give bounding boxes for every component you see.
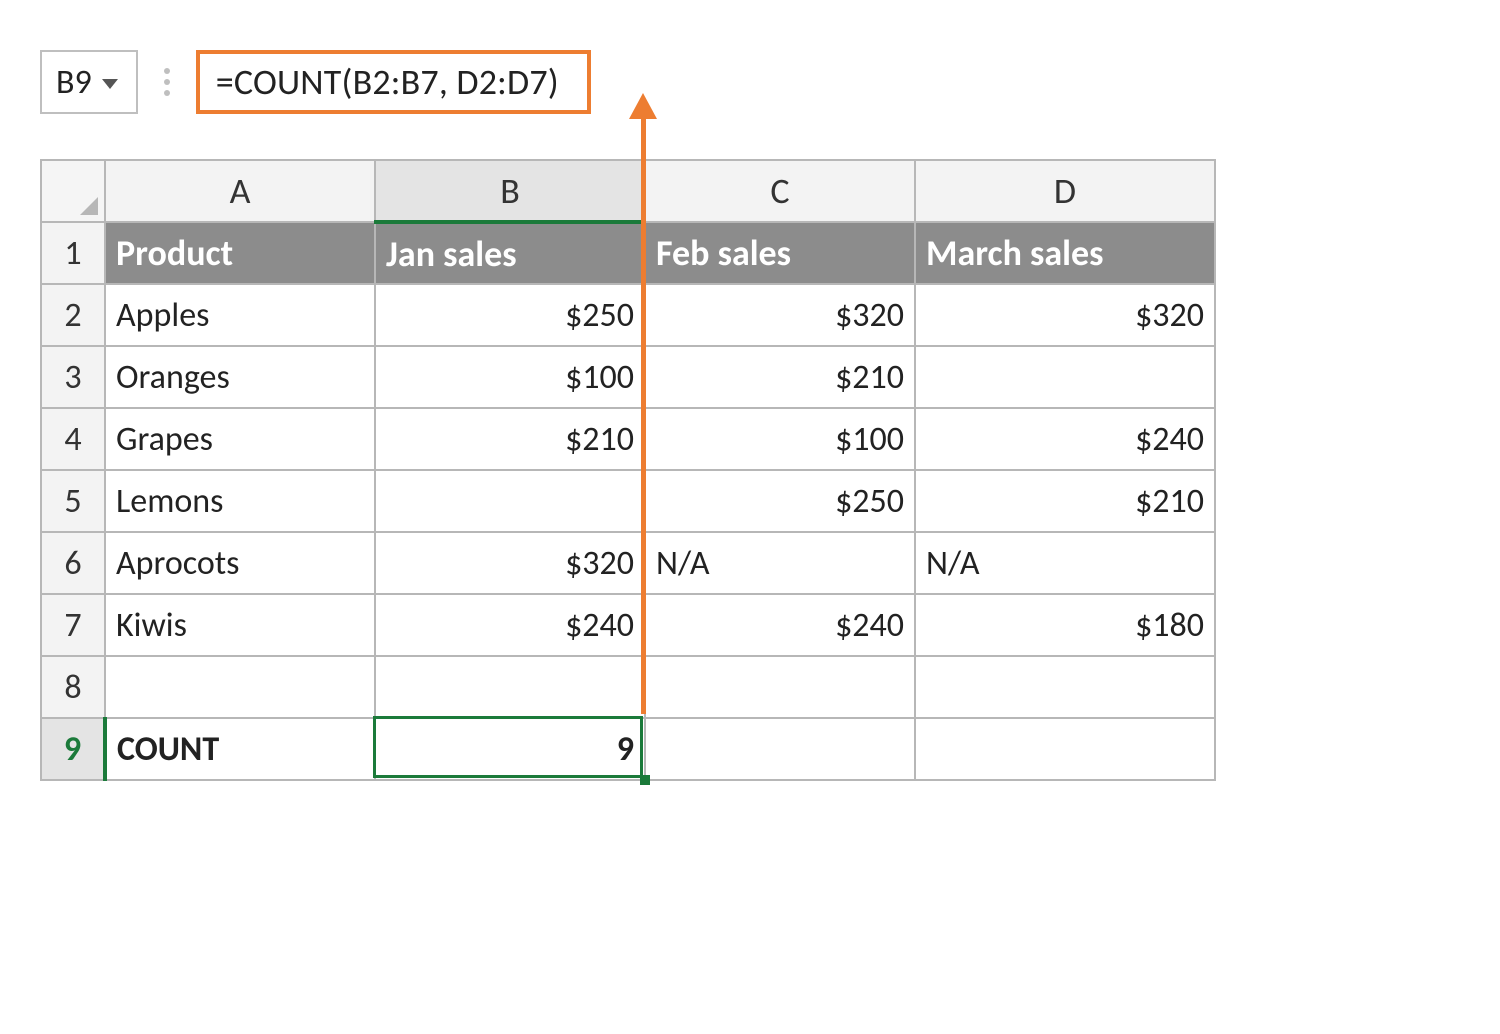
formula-bar[interactable]: =COUNT(B2:B7, D2:D7) [196, 50, 591, 114]
cell-c1[interactable]: Feb sales [645, 222, 915, 284]
cell-a9[interactable]: COUNT [105, 718, 375, 780]
cell-b6[interactable]: $320 [375, 532, 645, 594]
select-all-cell[interactable] [41, 160, 105, 222]
row-header-1[interactable]: 1 [41, 222, 105, 284]
col-header-d[interactable]: D [915, 160, 1215, 222]
name-box-value: B9 [56, 62, 92, 103]
cell-a1[interactable]: Product [105, 222, 375, 284]
cell-d1[interactable]: March sales [915, 222, 1215, 284]
cell-b1[interactable]: Jan sales [375, 222, 645, 284]
grid-table: A B C D 1 Product Jan sales Feb sales Ma… [40, 159, 1216, 781]
cell-a4[interactable]: Grapes [105, 408, 375, 470]
separator-dots-icon [160, 50, 174, 114]
cell-d6[interactable]: N/A [915, 532, 1215, 594]
cell-a3[interactable]: Oranges [105, 346, 375, 408]
cell-a2[interactable]: Apples [105, 284, 375, 346]
cell-d7[interactable]: $180 [915, 594, 1215, 656]
cell-a7[interactable]: Kiwis [105, 594, 375, 656]
cell-c8[interactable] [645, 656, 915, 718]
cell-a5[interactable]: Lemons [105, 470, 375, 532]
row-header-2[interactable]: 2 [41, 284, 105, 346]
row-header-8[interactable]: 8 [41, 656, 105, 718]
cell-c3[interactable]: $210 [645, 346, 915, 408]
row-header-5[interactable]: 5 [41, 470, 105, 532]
row-header-9[interactable]: 9 [41, 718, 105, 780]
cell-d4[interactable]: $240 [915, 408, 1215, 470]
cell-d9[interactable] [915, 718, 1215, 780]
cell-a8[interactable] [105, 656, 375, 718]
row-header-7[interactable]: 7 [41, 594, 105, 656]
cell-b2[interactable]: $250 [375, 284, 645, 346]
cell-c2[interactable]: $320 [645, 284, 915, 346]
cell-b3[interactable]: $100 [375, 346, 645, 408]
formula-bar-value: =COUNT(B2:B7, D2:D7) [216, 60, 559, 104]
cell-d5[interactable]: $210 [915, 470, 1215, 532]
cell-c4[interactable]: $100 [645, 408, 915, 470]
row-header-6[interactable]: 6 [41, 532, 105, 594]
cell-c6[interactable]: N/A [645, 532, 915, 594]
cell-c7[interactable]: $240 [645, 594, 915, 656]
cell-c9[interactable] [645, 718, 915, 780]
cell-d8[interactable] [915, 656, 1215, 718]
cell-c5[interactable]: $250 [645, 470, 915, 532]
cell-b7[interactable]: $240 [375, 594, 645, 656]
spreadsheet: A B C D 1 Product Jan sales Feb sales Ma… [40, 159, 1220, 781]
col-header-b[interactable]: B [375, 160, 645, 222]
cell-b4[interactable]: $210 [375, 408, 645, 470]
caret-down-icon [102, 79, 118, 89]
name-box[interactable]: B9 [40, 50, 138, 114]
row-header-3[interactable]: 3 [41, 346, 105, 408]
cell-d3[interactable] [915, 346, 1215, 408]
cell-a6[interactable]: Aprocots [105, 532, 375, 594]
cell-b8[interactable] [375, 656, 645, 718]
row-header-4[interactable]: 4 [41, 408, 105, 470]
col-header-a[interactable]: A [105, 160, 375, 222]
cell-b5[interactable] [375, 470, 645, 532]
cell-d2[interactable]: $320 [915, 284, 1215, 346]
col-header-c[interactable]: C [645, 160, 915, 222]
cell-b9[interactable]: 9 [375, 718, 645, 780]
